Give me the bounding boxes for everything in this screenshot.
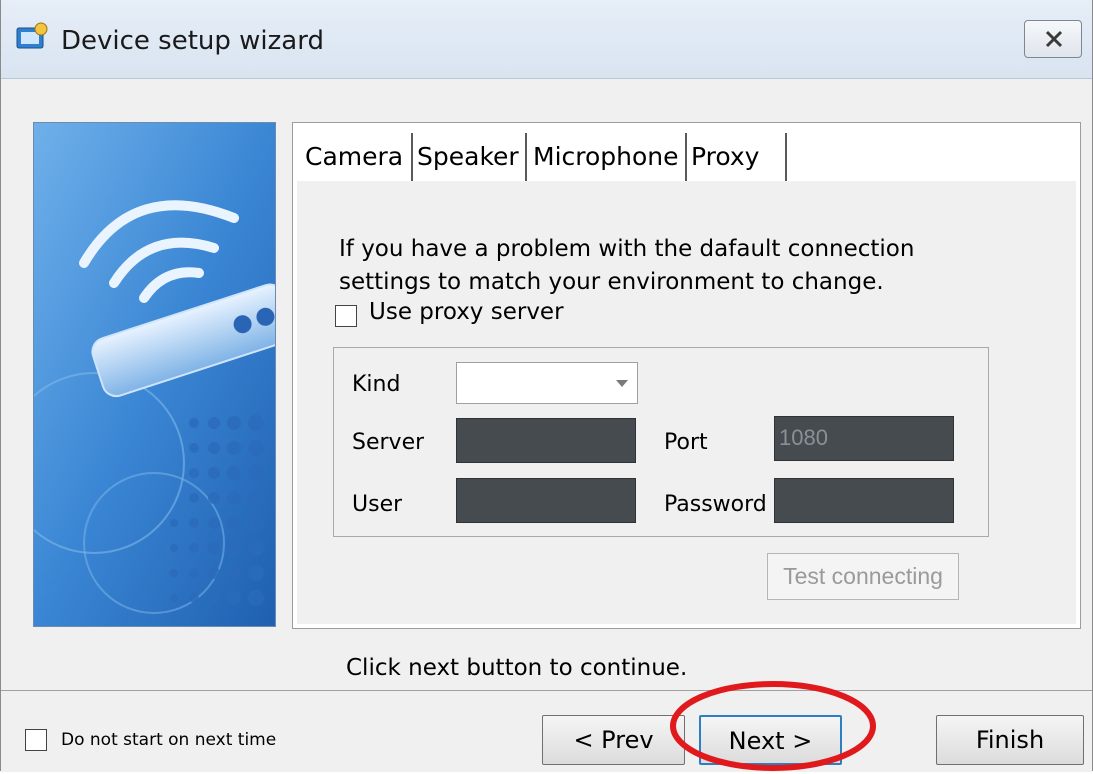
tab-label: Speaker — [417, 142, 519, 171]
close-icon — [1045, 30, 1063, 48]
port-label: Port — [664, 430, 708, 455]
close-button[interactable] — [1024, 20, 1082, 58]
description-line: If you have a problem with the dafault c… — [339, 236, 915, 262]
password-input[interactable] — [774, 478, 954, 523]
tab-proxy[interactable]: Proxy — [687, 133, 787, 181]
prev-button[interactable]: < Prev — [542, 715, 685, 765]
kind-select[interactable] — [456, 362, 638, 404]
proxy-settings-group: Kind Server Port 1080 User Password — [333, 347, 989, 537]
next-button[interactable]: Next > — [699, 715, 842, 765]
device-setup-wizard-window: Device setup wizard Camera Speaker Micro… — [0, 0, 1093, 772]
proxy-tab-content: If you have a problem with the dafault c… — [297, 181, 1076, 624]
do-not-start-checkbox[interactable] — [25, 729, 47, 751]
tab-speaker[interactable]: Speaker — [413, 133, 527, 181]
password-label: Password — [664, 492, 767, 517]
finish-button[interactable]: Finish — [936, 715, 1084, 765]
user-input[interactable] — [456, 478, 636, 523]
do-not-start-label: Do not start on next time — [61, 730, 277, 750]
hint-text: Click next button to continue. — [346, 655, 688, 681]
footer-bar: Do not start on next time < Prev Next > … — [1, 690, 1092, 772]
server-label: Server — [352, 430, 425, 455]
tab-label: Camera — [305, 142, 404, 171]
kind-label: Kind — [352, 372, 401, 397]
title-bar: Device setup wizard — [1, 0, 1092, 79]
chevron-down-icon — [607, 363, 637, 403]
tab-label: Proxy — [691, 142, 760, 171]
tab-panel: Camera Speaker Microphone Proxy If you h… — [292, 122, 1081, 629]
tab-label: Microphone — [533, 142, 679, 171]
use-proxy-label: Use proxy server — [369, 299, 564, 325]
server-input[interactable] — [456, 418, 636, 463]
window-title: Device setup wizard — [61, 26, 324, 56]
test-connecting-button[interactable]: Test connecting — [767, 553, 959, 600]
description-line: settings to match your environment to ch… — [339, 269, 884, 295]
use-proxy-checkbox[interactable] — [335, 305, 357, 327]
tab-camera[interactable]: Camera — [301, 133, 413, 181]
wizard-banner-image — [33, 122, 276, 627]
user-label: User — [352, 492, 403, 517]
port-input[interactable]: 1080 — [774, 416, 954, 461]
tab-microphone[interactable]: Microphone — [529, 133, 687, 181]
app-icon — [16, 22, 48, 49]
proxy-description: If you have a problem with the dafault c… — [339, 233, 1039, 299]
